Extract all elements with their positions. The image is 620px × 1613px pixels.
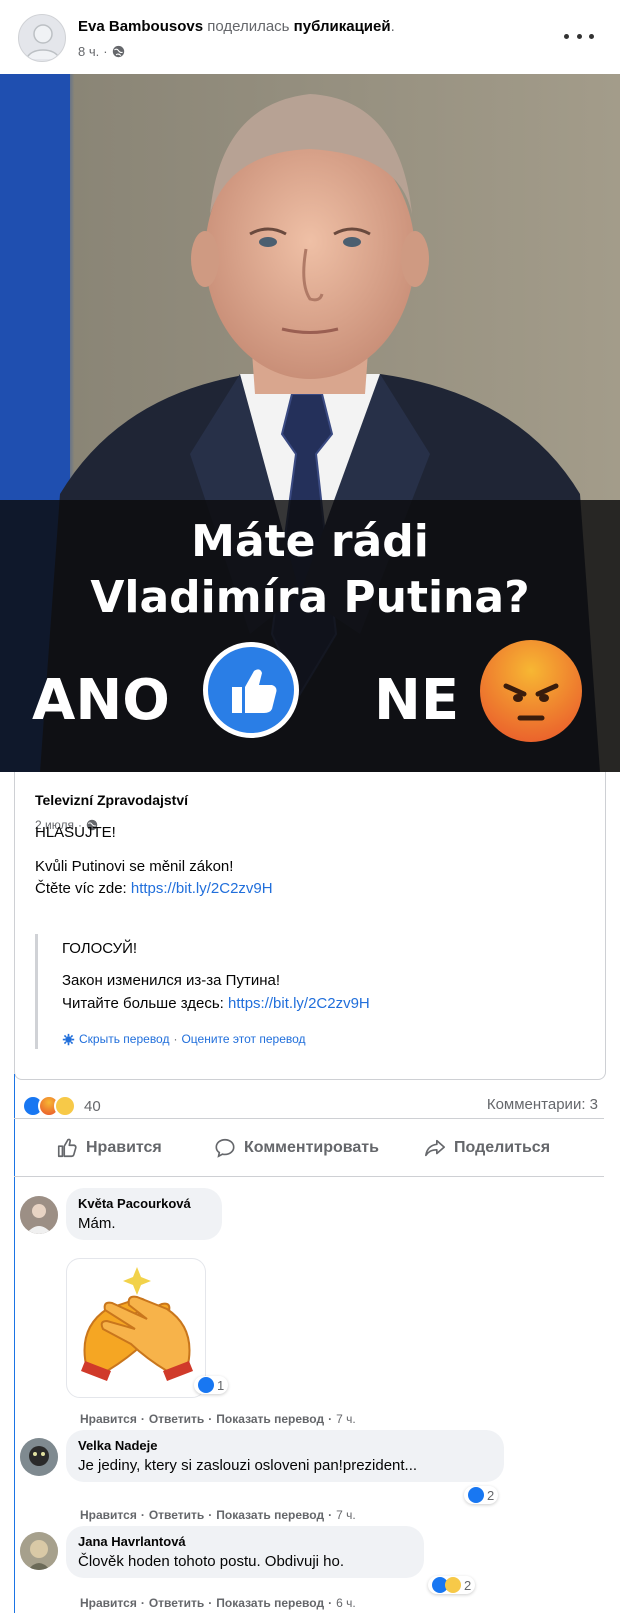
image-title: Máte rádi Vladimíra Putina? [0, 514, 620, 626]
comment-actions: Нравится · Ответить · Показать перевод · 7 … [80, 1508, 356, 1522]
default-avatar-icon [26, 24, 60, 60]
haha-reaction-icon [445, 1577, 461, 1593]
haha-reaction-icon [54, 1095, 76, 1117]
comment-reply-link[interactable]: Ответить [149, 1508, 204, 1522]
share-arrow-icon [425, 1139, 445, 1157]
image-title-line2: Vladimíra Putina? [90, 572, 530, 623]
like-button-label: Нравится [86, 1139, 162, 1156]
comment-translate-link[interactable]: Показать перевод [216, 1596, 324, 1610]
avatar[interactable] [20, 1196, 58, 1234]
hide-translation-link[interactable]: Скрыть перевод [79, 1032, 169, 1046]
comment-actions: Нравится · Ответить · Показать перевод · 7 … [80, 1412, 356, 1426]
share-button-label: Поделиться [454, 1139, 551, 1156]
reactions-summary[interactable]: 40 [22, 1092, 101, 1120]
shared-line2: Kvůli Putinovi se měnil zákon! [35, 858, 234, 875]
comment-reaction-count: 2 [464, 1577, 472, 1593]
angry-face-icon [480, 640, 582, 742]
comment-text: Je jediny, ktery si zaslouzi osloveni pa… [78, 1457, 418, 1474]
share-action-text: поделилась [207, 18, 290, 35]
like-reaction-icon [468, 1487, 484, 1503]
comment-reactions[interactable]: 1 [194, 1376, 229, 1394]
comment-time[interactable]: 6 ч. [336, 1596, 356, 1610]
translation-line1: ГОЛОСУЙ! [62, 940, 138, 957]
image-yes-label: ANO [32, 668, 170, 733]
shared-line1: HLASUJTE! [35, 824, 116, 841]
gear-icon [62, 1033, 75, 1045]
comments-count[interactable]: Комментарии: 3 [487, 1096, 598, 1113]
translation-line3-prefix: Читайте больше здесь: [62, 995, 229, 1012]
comment-like-link[interactable]: Нравится [80, 1412, 137, 1426]
post-time[interactable]: 8 ч. [78, 44, 99, 59]
translation-line3: Читайте больше здесь: https://bit.ly/2C2… [62, 995, 370, 1012]
comment-reaction-count: 1 [217, 1377, 225, 1393]
comment-bubble-icon [215, 1138, 235, 1158]
comment-reply-link[interactable]: Ответить [149, 1412, 204, 1426]
comment-like-link[interactable]: Нравится [80, 1508, 137, 1522]
shared-line3-prefix: Čtěte víc zde: [35, 880, 131, 897]
comment-reaction-count: 2 [487, 1487, 495, 1503]
post-header-text: Eva Bambousovs поделилась публикацией. [78, 18, 395, 35]
comment-reactions[interactable]: 2 [464, 1486, 499, 1504]
like-reaction-icon [198, 1377, 214, 1393]
comment-bubble: Jana Havrlantová Člověk hoden tohoto pos… [66, 1526, 424, 1578]
rate-translation-link[interactable]: Оцените этот перевод [181, 1032, 305, 1046]
comment-translate-link[interactable]: Показать перевод [216, 1412, 324, 1426]
divider [14, 1118, 604, 1119]
separator: · [173, 1032, 178, 1046]
author-avatar[interactable] [18, 14, 66, 62]
comment-time[interactable]: 7 ч. [336, 1412, 356, 1426]
comment-author[interactable]: Velka Nadeje [78, 1438, 492, 1453]
translation-line2: Закон изменился из-за Путина! [62, 972, 281, 989]
comment-author[interactable]: Květa Pacourková [78, 1196, 210, 1211]
comment-button[interactable]: Комментировать [214, 1128, 379, 1168]
post-meta: 8 ч. · [78, 44, 125, 59]
divider [14, 1176, 604, 1177]
comment-text: Člověk hoden tohoto postu. Obdivuji ho. [78, 1553, 345, 1570]
thumbs-up-icon [203, 642, 299, 738]
translation-block: ГОЛОСУЙ! Закон изменился из-за Путина! Ч… [35, 934, 590, 1049]
post-header: Eva Bambousovs поделилась публикацией. 8… [0, 0, 620, 74]
period: . [390, 18, 395, 35]
shared-post-card: Televizní Zpravodajství 2 июля · HLASUJT… [14, 772, 606, 1080]
comment-author[interactable]: Jana Havrlantová [78, 1534, 412, 1549]
translation-actions: Скрыть перевод · Оцените этот перевод [62, 1032, 306, 1046]
translation-link[interactable]: https://bit.ly/2C2zv9H [228, 995, 370, 1012]
comment-translate-link[interactable]: Показать перевод [216, 1508, 324, 1522]
shared-link[interactable]: https://bit.ly/2C2zv9H [131, 880, 273, 897]
comment-bubble: Květa Pacourková Mám. [66, 1188, 222, 1240]
comment-text: Mám. [78, 1215, 116, 1232]
post-image[interactable]: Máte rádi Vladimíra Putina? ANO NE [0, 74, 620, 772]
thumbs-up-icon [57, 1138, 77, 1158]
avatar[interactable] [20, 1438, 58, 1476]
globe-icon[interactable] [112, 45, 125, 58]
clapping-hands-sticker[interactable] [66, 1258, 206, 1398]
image-title-line1: Máte rádi [191, 516, 429, 567]
comment-reply-link[interactable]: Ответить [149, 1596, 204, 1610]
shared-line3: Čtěte víc zde: https://bit.ly/2C2zv9H [35, 880, 273, 897]
comment-actions: Нравится · Ответить · Показать перевод · 6 … [80, 1596, 356, 1610]
shared-object-link[interactable]: публикацией [294, 18, 391, 35]
comment-time[interactable]: 7 ч. [336, 1508, 356, 1522]
shared-page-name[interactable]: Televizní Zpravodajství [35, 792, 188, 808]
more-dots-icon[interactable] [564, 26, 594, 46]
avatar[interactable] [20, 1532, 58, 1570]
comment-button-label: Комментировать [244, 1139, 379, 1156]
comment-reactions[interactable]: 2 [428, 1576, 476, 1594]
like-button[interactable]: Нравится [56, 1128, 162, 1168]
left-accent-rule [14, 1074, 15, 1613]
image-no-label: NE [374, 668, 460, 733]
author-name[interactable]: Eva Bambousovs [78, 18, 203, 35]
reaction-count[interactable]: 40 [84, 1098, 101, 1115]
share-button[interactable]: Поделиться [424, 1128, 550, 1168]
clapping-hands-icon [81, 1267, 193, 1381]
comment-bubble: Velka Nadeje Je jediny, ktery si zaslouz… [66, 1430, 504, 1482]
comment-like-link[interactable]: Нравится [80, 1596, 137, 1610]
